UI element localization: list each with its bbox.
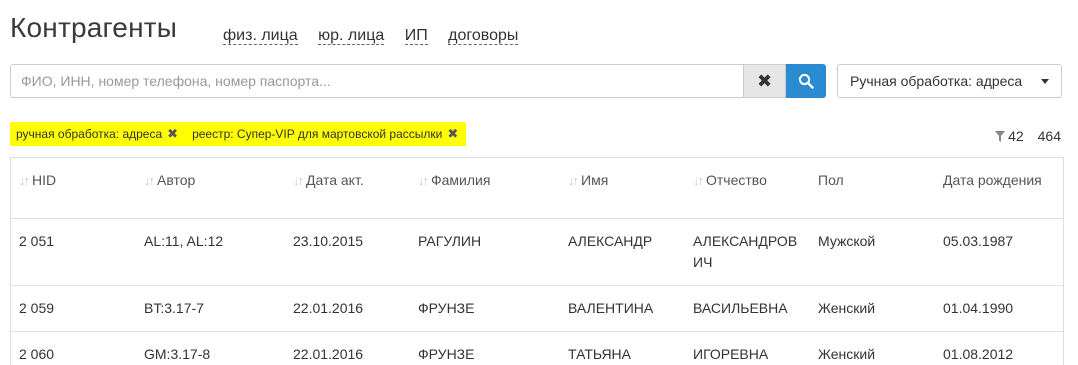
cell-birth-date: 05.03.1987 xyxy=(935,218,1063,286)
close-icon[interactable]: ✖ xyxy=(447,126,458,142)
page: Контрагенты физ. лица юр. лица ИП догово… xyxy=(0,0,1078,365)
caret-down-icon xyxy=(1041,78,1049,84)
cell-last-name: ФРУНЗЕ xyxy=(410,331,560,365)
nav-link-sole-proprietors[interactable]: ИП xyxy=(404,27,428,45)
cell-author: BT:3.17-7 xyxy=(136,285,285,332)
cell-birth-date: 01.04.1990 xyxy=(935,285,1063,332)
cell-hid: 2 051 xyxy=(11,218,136,286)
sort-icon: ↓↑ xyxy=(144,173,155,188)
cell-last-name: РАГУЛИН xyxy=(410,218,560,286)
contractors-table: ↓↑ HID ↓↑ Автор ↓↑ Дата акт. ↓↑ Фамилия ↓↑ Им… xyxy=(10,157,1064,365)
close-icon: ✖ xyxy=(756,70,773,91)
total-count: 464 xyxy=(1037,128,1061,144)
cell-first-name: АЛЕКСАНДР xyxy=(560,218,685,286)
column-header-patronymic[interactable]: ↓↑ Отчество xyxy=(685,158,810,219)
active-filters: ручная обработка: адреса ✖ реестр: Супер… xyxy=(10,122,467,146)
nav-link-legal-entities[interactable]: юр. лица xyxy=(318,27,385,45)
column-header-last-name[interactable]: ↓↑ Фамилия xyxy=(410,158,560,219)
sort-icon: ↓↑ xyxy=(418,173,429,188)
table-row[interactable]: 2 051 AL:11, AL:12 23.10.2015 РАГУЛИН АЛ… xyxy=(11,218,1063,286)
sort-icon: ↓↑ xyxy=(693,173,704,188)
cell-hid: 2 059 xyxy=(11,285,136,332)
filter-chip-label: ручная обработка: адреса xyxy=(16,127,163,141)
table-row[interactable]: 2 060 GM:3.17-8 22.01.2016 ФРУНЗЕ ТАТЬЯН… xyxy=(11,331,1063,365)
result-counts: 42 464 xyxy=(995,128,1061,144)
clear-search-button[interactable]: ✖ xyxy=(744,64,786,98)
cell-patronymic: ИГОРЕВНА xyxy=(685,331,810,365)
table-header-row: ↓↑ HID ↓↑ Автор ↓↑ Дата акт. ↓↑ Фамилия ↓↑ Им… xyxy=(11,158,1063,219)
sort-icon: ↓↑ xyxy=(568,173,579,188)
processing-dropdown[interactable]: Ручная обработка: адреса xyxy=(837,64,1062,98)
cell-first-name: ТАТЬЯНА xyxy=(560,331,685,365)
cell-first-name: ВАЛЕНТИНА xyxy=(560,285,685,332)
cell-last-name: ФРУНЗЕ xyxy=(410,285,560,332)
filter-chip: ручная обработка: адреса ✖ xyxy=(16,126,178,142)
cell-gender: Женский xyxy=(810,331,935,365)
filter-chip-label: реестр: Супер-VIP для мартовской рассылк… xyxy=(192,127,443,141)
nav-link-individuals[interactable]: физ. лица xyxy=(223,27,298,45)
cell-patronymic: ВАСИЛЬЕВНА xyxy=(685,285,810,332)
nav-link-contracts[interactable]: договоры xyxy=(448,27,519,45)
cell-birth-date: 01.08.2012 xyxy=(935,331,1063,365)
cell-hid: 2 060 xyxy=(11,331,136,365)
cell-date: 22.01.2016 xyxy=(285,331,410,365)
cell-gender: Женский xyxy=(810,285,935,332)
column-header-gender: Пол xyxy=(810,158,935,219)
filter-chip: реестр: Супер-VIP для мартовской рассылк… xyxy=(192,126,458,142)
dropdown-selected-value: Ручная обработка: адреса xyxy=(850,73,1023,89)
cell-patronymic: АЛЕКСАНДРОВИЧ xyxy=(685,218,810,286)
search-button[interactable] xyxy=(786,64,826,98)
column-header-first-name[interactable]: ↓↑ Имя xyxy=(560,158,685,219)
column-header-date[interactable]: ↓↑ Дата акт. xyxy=(285,158,410,219)
filtered-count: 42 xyxy=(1008,128,1024,144)
cell-gender: Мужской xyxy=(810,218,935,286)
filter-icon xyxy=(995,130,1006,142)
cell-date: 22.01.2016 xyxy=(285,285,410,332)
search-box xyxy=(10,64,744,98)
page-title: Контрагенты xyxy=(10,12,178,43)
table-row[interactable]: 2 059 BT:3.17-7 22.01.2016 ФРУНЗЕ ВАЛЕНТ… xyxy=(11,285,1063,332)
column-header-birth-date: Дата рождения xyxy=(935,158,1063,219)
cell-author: AL:11, AL:12 xyxy=(136,218,285,286)
close-icon[interactable]: ✖ xyxy=(167,126,178,142)
column-header-hid[interactable]: ↓↑ HID xyxy=(11,158,136,219)
cell-author: GM:3.17-8 xyxy=(136,331,285,365)
search-input[interactable] xyxy=(11,65,743,97)
search-icon xyxy=(798,73,814,89)
sort-icon: ↓↑ xyxy=(293,173,304,188)
cell-date: 23.10.2015 xyxy=(285,218,410,286)
header-nav: физ. лица юр. лица ИП договоры xyxy=(223,27,534,45)
column-header-author[interactable]: ↓↑ Автор xyxy=(136,158,285,219)
sort-icon: ↓↑ xyxy=(19,173,30,188)
